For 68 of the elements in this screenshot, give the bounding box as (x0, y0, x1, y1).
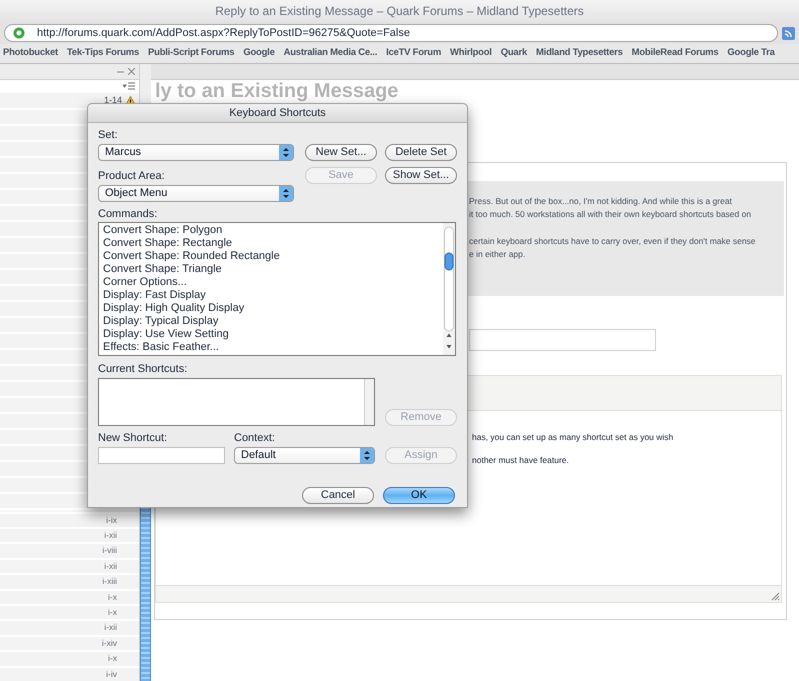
dropdown[interactable]: Marcus (98, 144, 294, 161)
bookmark-link[interactable]: IceTV Forum (386, 46, 442, 61)
quote-text: certain keyboard shortcuts have to carry over, even if they don't make sense (469, 235, 757, 248)
ok-button[interactable]: OK (383, 487, 455, 504)
product-area-label: Product Area: (98, 170, 166, 183)
updown-arrows-icon (279, 186, 293, 201)
url-text: http://forums.quark.com/AddPost.aspx?ReplyToPostID=96275&Quote=False (37, 26, 410, 41)
bookmark-link[interactable]: Google (243, 46, 275, 61)
sidebar-item[interactable]: i-xiv (0, 634, 139, 650)
dialog-button[interactable]: New Set... (305, 144, 377, 161)
command-item[interactable]: Display: Use View Setting (103, 328, 443, 341)
bookmark-link[interactable]: Whirlpool (450, 46, 492, 61)
command-item[interactable]: Convert Shape: Rounded Rectangle (103, 250, 443, 263)
bookmark-link[interactable]: Tek-Tips Forums (66, 46, 140, 61)
sidebar-item[interactable]: i-ix (0, 512, 139, 528)
updown-arrows-icon (279, 145, 293, 160)
bookmark-link[interactable]: Midland Typesetters (536, 46, 623, 61)
quote-text: e in either app. (469, 248, 526, 261)
command-item[interactable]: Display: High Quality Display (103, 302, 443, 315)
subject-field[interactable] (469, 329, 656, 351)
dialog-button[interactable]: Show Set... (385, 167, 457, 184)
count-label: 1-14 (104, 94, 122, 107)
current-shortcuts-label: Current Shortcuts: (98, 363, 188, 376)
sidebar-item[interactable]: i-viii (0, 542, 139, 558)
address-field[interactable]: http://forums.quark.com/AddPost.aspx?ReplyToPostID=96275&Quote=False (4, 24, 778, 42)
command-item[interactable]: Corner Options... (103, 276, 443, 289)
close-icon[interactable] (128, 68, 135, 75)
context-label: Context: (234, 432, 276, 445)
bookmark-link[interactable]: Australian Media Ce... (284, 46, 378, 61)
page-heading: ly to an Existing Message (154, 80, 400, 101)
command-item[interactable]: Convert Shape: Triangle (103, 263, 443, 276)
sidebar-item[interactable]: i-xiii (0, 573, 139, 589)
commands-label: Commands: (98, 208, 158, 221)
bookmark-link[interactable]: MobileRead Forums (632, 46, 718, 61)
dropdown[interactable]: Object Menu (98, 185, 294, 202)
vertical-scrollbar[interactable] (443, 223, 455, 355)
dialog-button[interactable]: Cancel (302, 487, 374, 504)
menu-icon[interactable] (123, 82, 135, 91)
command-item[interactable]: Effects: Basic Feather... (103, 341, 443, 354)
bookmark-link[interactable]: Photobucket (3, 46, 58, 61)
window-title: Reply to an Existing Message – Quark Forums – Midland Typesetters (215, 3, 584, 20)
resize-grip-icon[interactable] (771, 592, 780, 601)
sidebar-item[interactable]: i-xii (0, 527, 139, 542)
command-item[interactable]: Display: Typical Display (103, 315, 443, 328)
sidebar-item[interactable]: i-iv (0, 666, 139, 681)
new-shortcut-field[interactable] (98, 447, 225, 464)
quote-text: it too much. 50 workstations all with their own keyboard shortcuts based on (469, 208, 752, 221)
set-label: Set: (98, 129, 119, 142)
sidebar-item[interactable]: i-x (0, 588, 139, 604)
command-item[interactable]: Convert Shape: Polygon (103, 224, 443, 237)
command-item[interactable]: Convert Shape: Rectangle (103, 237, 443, 250)
dialog-title: Keyboard Shortcuts (229, 106, 326, 121)
bookmark-link[interactable]: Google Tra (727, 46, 775, 61)
sidebar-item[interactable]: i-xii (0, 558, 139, 574)
sidebar-item[interactable]: i-x (0, 650, 139, 666)
bookmark-link[interactable]: Quark (500, 46, 527, 61)
editor-text: has, you can set up as many shortcut set as you wish (472, 431, 674, 444)
sidebar-item[interactable]: i-xii (0, 619, 139, 635)
updown-arrows-icon (360, 448, 374, 463)
rss-icon[interactable] (782, 26, 795, 40)
quote-text: Press. But out of the box...no, I'm not kidding. And while this is a great (469, 195, 733, 208)
dropdown[interactable]: Default (234, 447, 375, 464)
command-item[interactable]: Display: Fast Display (103, 289, 443, 302)
new-shortcut-label: New Shortcut: (98, 432, 168, 445)
dialog-button[interactable]: Delete Set (385, 144, 457, 161)
bookmark-link[interactable]: Publi-Script Forums (148, 46, 234, 61)
editor-text: nother must have feature. (472, 454, 570, 467)
sidebar-item[interactable]: i-x (0, 604, 139, 620)
